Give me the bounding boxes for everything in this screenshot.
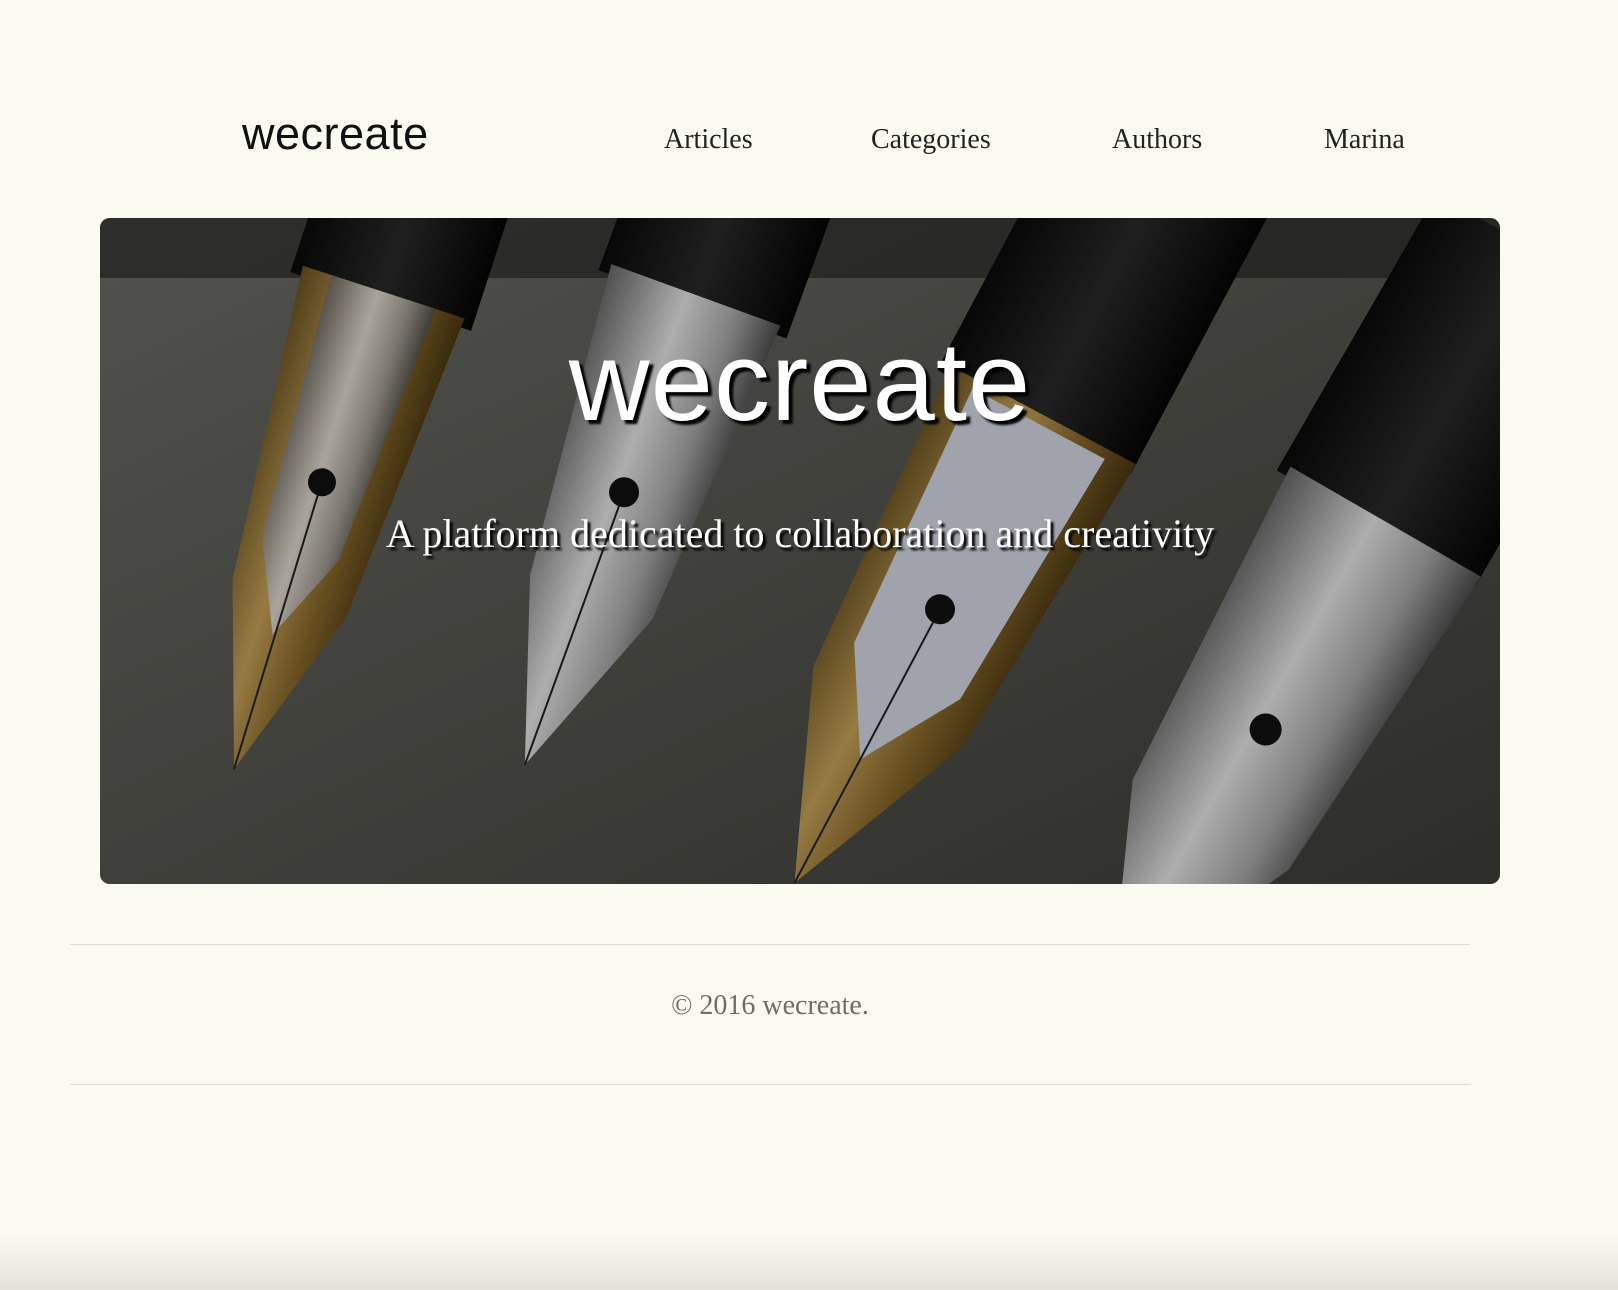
footer-divider-top — [70, 944, 1470, 945]
window-bottom-shade — [0, 1235, 1618, 1290]
hero-subtitle: A platform dedicated to collaboration an… — [385, 511, 1215, 556]
hero-title: wecreate — [568, 319, 1032, 444]
brand-logo[interactable]: wecreate — [242, 108, 429, 160]
footer-divider-bottom — [70, 1084, 1470, 1085]
nav-categories[interactable]: Categories — [871, 124, 991, 156]
nav-articles[interactable]: Articles — [664, 124, 753, 156]
nav-user-marina[interactable]: Marina — [1324, 124, 1405, 156]
hero-banner: wecreate A platform dedicated to collabo… — [100, 218, 1500, 884]
nav-authors[interactable]: Authors — [1112, 124, 1202, 156]
footer-copyright: © 2016 wecreate. — [671, 990, 869, 1021]
